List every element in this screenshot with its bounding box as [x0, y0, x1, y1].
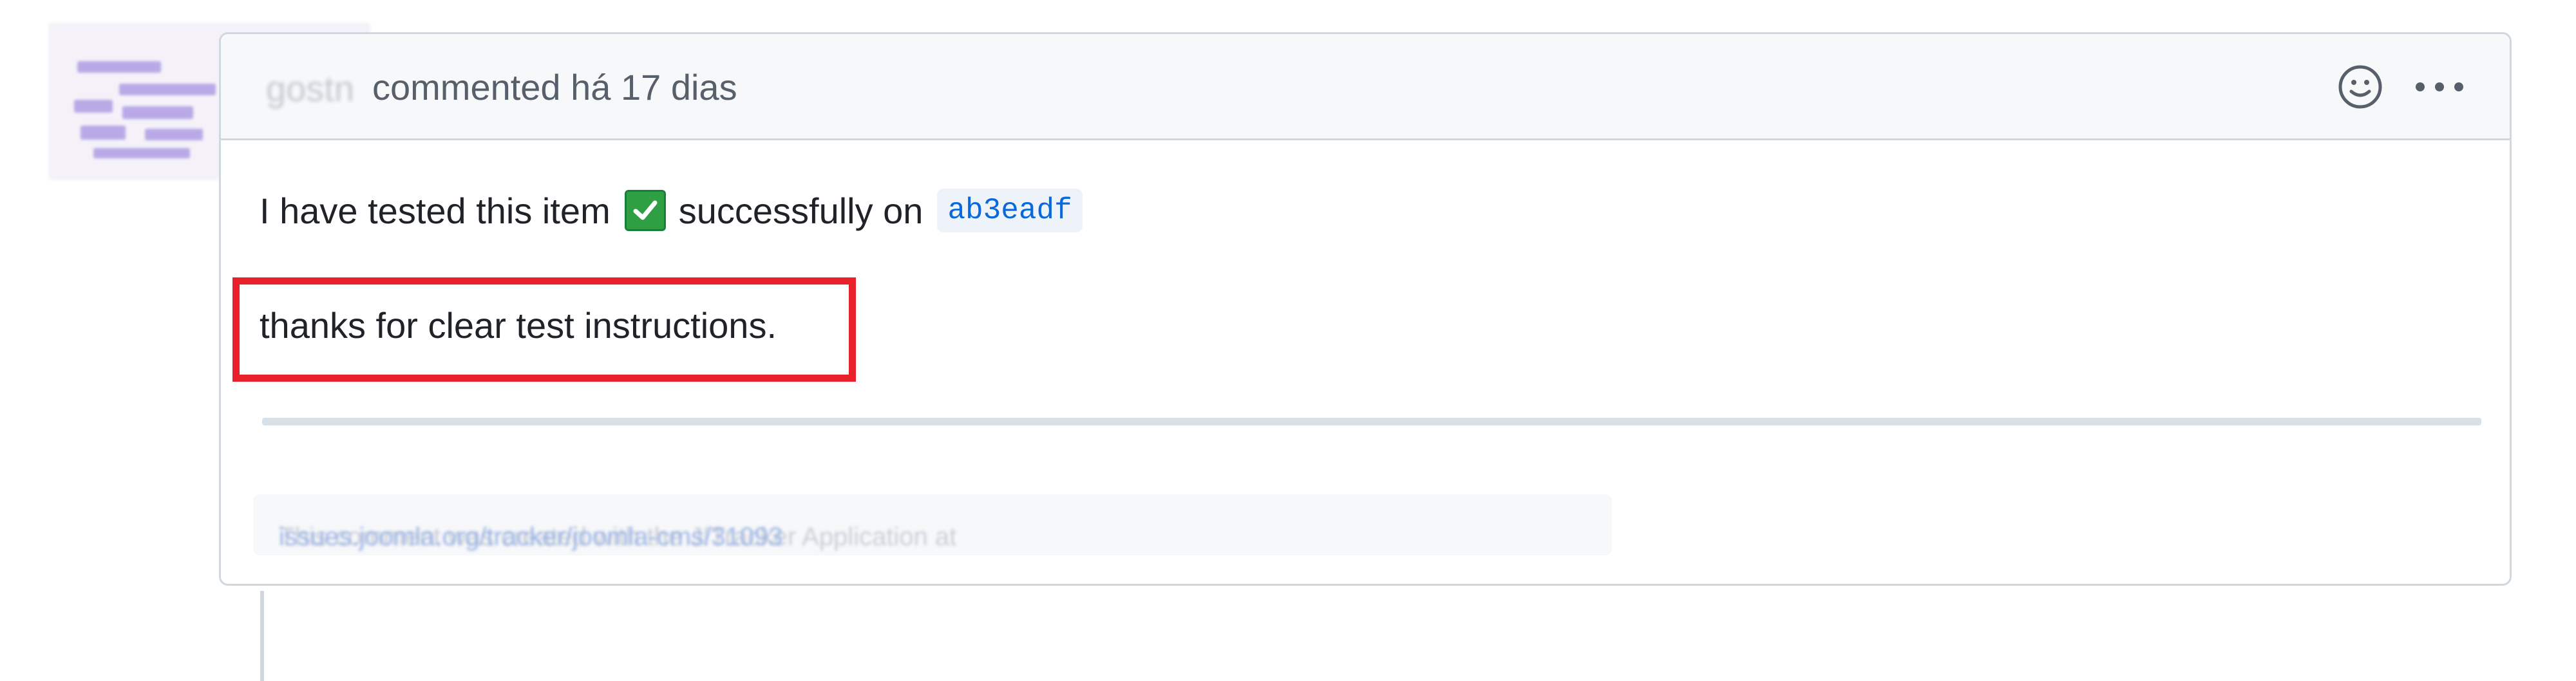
highlight-annotation	[232, 277, 856, 382]
comment-author[interactable]: gostn	[266, 68, 354, 109]
smiley-icon[interactable]	[2336, 63, 2384, 111]
check-mark-icon	[624, 190, 666, 231]
comment-line-tested: I have tested this item successfully on …	[260, 189, 1083, 232]
comment-card: gostn commented há 17 dias I have tested…	[219, 32, 2512, 586]
comment-footer: This comment was created with the J!Trac…	[253, 494, 1612, 555]
comment-meta: commented há 17 dias	[372, 66, 737, 108]
tested-text: I have tested this item	[260, 190, 611, 231]
commit-hash-link[interactable]: ab3eadf	[937, 189, 1083, 232]
comment-verb: commented	[372, 67, 561, 107]
comment-timestamp[interactable]: há 17 dias	[571, 67, 737, 107]
comment-header: gostn commented há 17 dias	[221, 34, 2510, 140]
footer-link[interactable]: issues.joomla.org/tracker/joomla-cms/310…	[279, 523, 783, 552]
timeline-line	[260, 591, 264, 681]
kebab-menu-icon[interactable]	[2410, 70, 2468, 104]
horizontal-rule	[262, 418, 2481, 425]
successfully-text: successfully on	[678, 190, 923, 231]
